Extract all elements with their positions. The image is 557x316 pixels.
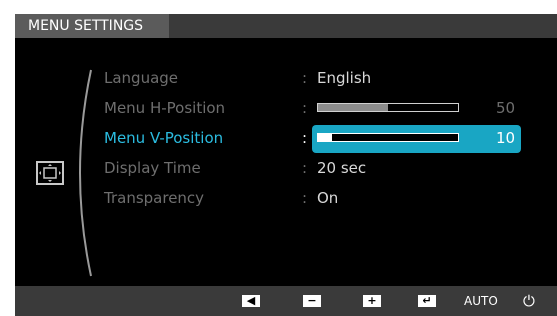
minus-icon: − (303, 295, 321, 307)
slider-fill (318, 104, 388, 111)
auto-label: AUTO (464, 294, 498, 308)
display-time-value: 20 sec (317, 159, 367, 177)
button-guide-bar: ◀ − + ↵ AUTO ⏻ (15, 286, 557, 316)
menu-item-label: Menu H-Position (104, 99, 226, 117)
menu-item-label: Language (104, 69, 179, 87)
auto-button[interactable]: AUTO (464, 293, 498, 309)
plus-icon: + (363, 295, 381, 307)
page-title: MENU SETTINGS (15, 14, 169, 38)
minus-button[interactable]: − (303, 293, 321, 309)
title-bar: MENU SETTINGS (15, 14, 557, 38)
separator: : (302, 189, 308, 207)
left-button[interactable]: ◀ (242, 293, 260, 309)
menu-item-transparency[interactable]: Transparency : On (91, 186, 531, 210)
language-value: English (317, 69, 372, 87)
power-button[interactable]: ⏻ (523, 292, 535, 310)
menu-item-label: Display Time (104, 159, 201, 177)
menu-item-label: Transparency (104, 189, 205, 207)
separator: : (302, 129, 308, 147)
separator: : (302, 159, 308, 177)
h-position-slider[interactable] (317, 103, 459, 112)
enter-icon: ↵ (418, 295, 436, 307)
menu-item-language[interactable]: Language : English (91, 66, 531, 90)
enter-button[interactable]: ↵ (418, 293, 436, 309)
plus-button[interactable]: + (363, 293, 381, 309)
separator: : (302, 69, 308, 87)
left-arrow-icon: ◀ (242, 295, 260, 307)
menu-item-menu-v-position[interactable]: Menu V-Position : 10 (91, 126, 531, 150)
slider-fill (318, 134, 332, 141)
separator: : (302, 99, 308, 117)
power-icon: ⏻ (523, 292, 535, 310)
menu-position-icon (35, 158, 65, 188)
menu-item-display-time[interactable]: Display Time : 20 sec (91, 156, 531, 180)
v-position-value: 10 (496, 129, 516, 147)
v-position-slider[interactable] (317, 133, 459, 142)
menu-item-menu-h-position[interactable]: Menu H-Position : 50 (91, 96, 531, 120)
transparency-value: On (317, 189, 339, 207)
h-position-value: 50 (496, 99, 516, 117)
osd-menu: MENU SETTINGS Language : English Menu H-… (15, 14, 557, 316)
menu-item-label: Menu V-Position (104, 129, 224, 147)
